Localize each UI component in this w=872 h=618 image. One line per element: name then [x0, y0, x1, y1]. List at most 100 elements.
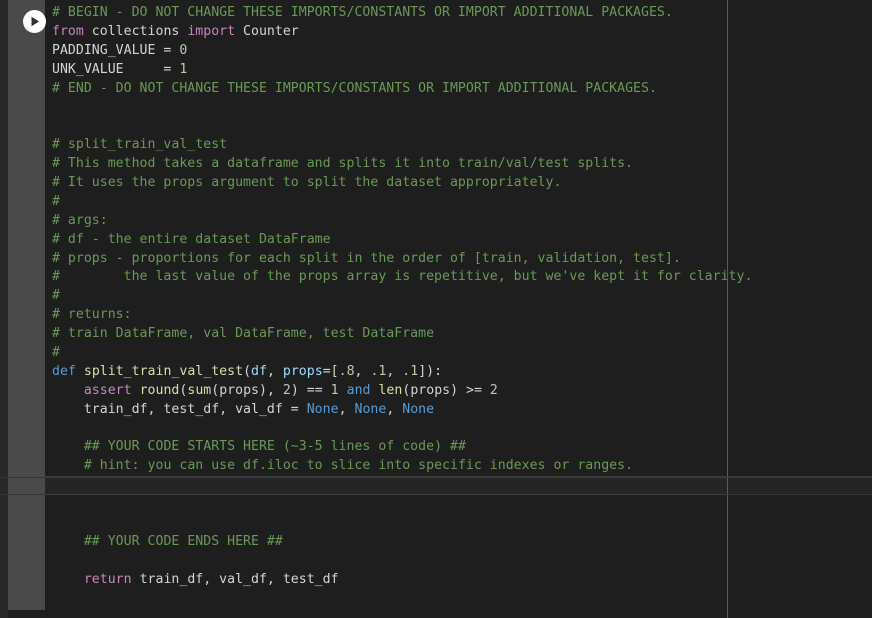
code-line[interactable]: ​ — [45, 552, 872, 571]
code-token: # END - DO NOT CHANGE THESE IMPORTS/CONS… — [52, 80, 657, 96]
editor-left-edge — [0, 0, 8, 618]
code-token: # It uses the props argument to split th… — [52, 175, 562, 191]
code-line[interactable]: UNK_VALUE = 1 — [45, 61, 872, 80]
code-line[interactable]: ​ — [45, 514, 872, 533]
code-token: 2 — [282, 382, 291, 398]
code-surface[interactable]: # BEGIN - DO NOT CHANGE THESE IMPORTS/CO… — [45, 0, 872, 618]
code-token: None — [306, 401, 339, 417]
code-line[interactable]: # It uses the props argument to split th… — [45, 174, 872, 193]
code-line[interactable]: # hint: you can use df.iloc to slice int… — [45, 457, 872, 476]
code-line[interactable]: # args: — [45, 212, 872, 231]
code-line[interactable]: def split_train_val_test(df, props=[.8, … — [45, 363, 872, 382]
code-line[interactable]: ## YOUR CODE STARTS HERE (~3-5 lines of … — [45, 438, 872, 457]
code-line[interactable]: # split_train_val_test — [45, 136, 872, 155]
code-token: split_train_val_test — [83, 363, 244, 379]
code-line[interactable]: # df - the entire dataset DataFrame — [45, 231, 872, 250]
code-token: 1 — [330, 382, 339, 398]
code-token: ) == — [290, 382, 331, 398]
code-line[interactable]: ​ — [45, 117, 872, 136]
code-token: train_df, val_df, test_df — [131, 571, 339, 587]
code-token: and — [346, 382, 371, 398]
code-line[interactable]: # END - DO NOT CHANGE THESE IMPORTS/CONS… — [45, 80, 872, 99]
code-line[interactable]: ​ — [45, 98, 872, 117]
code-token: =[ — [322, 363, 339, 379]
code-token: ( — [243, 363, 252, 379]
code-token: , — [354, 363, 371, 379]
code-token: ]): — [418, 363, 443, 379]
code-token: , — [266, 363, 283, 379]
code-token: None — [354, 401, 387, 417]
code-token: # This method takes a dataframe and spli… — [52, 156, 634, 172]
code-token: # hint: you can use df.iloc to slice int… — [83, 458, 634, 474]
code-token: # args: — [52, 212, 108, 228]
code-token: .1 — [402, 363, 419, 379]
code-editor: # BEGIN - DO NOT CHANGE THESE IMPORTS/CO… — [0, 0, 872, 618]
code-token: len — [378, 382, 403, 398]
code-line[interactable]: return train_df, val_df, test_df — [45, 571, 872, 590]
code-token: , — [386, 363, 403, 379]
code-line[interactable]: # returns: — [45, 306, 872, 325]
code-token: # the last value of the props array is r… — [52, 269, 753, 285]
code-line[interactable]: # This method takes a dataframe and spli… — [45, 155, 872, 174]
code-token: ## YOUR CODE ENDS HERE ## — [83, 533, 283, 549]
column-ruler — [727, 0, 728, 618]
code-token: (props), — [211, 382, 283, 398]
code-token: , — [386, 401, 403, 417]
code-line[interactable]: # the last value of the props array is r… — [45, 268, 872, 287]
code-token: return — [83, 571, 132, 587]
cell-gutter — [8, 0, 46, 610]
code-token: # — [52, 345, 60, 361]
code-token: ## YOUR CODE STARTS HERE (~3-5 lines of … — [83, 439, 466, 455]
code-line[interactable]: # train DataFrame, val DataFrame, test D… — [45, 325, 872, 344]
code-line[interactable]: # props - proportions for each split in … — [45, 250, 872, 269]
code-line[interactable]: # BEGIN - DO NOT CHANGE THESE IMPORTS/CO… — [45, 4, 872, 23]
code-token: (props) >= — [402, 382, 490, 398]
code-line[interactable]: assert round(sum(props), 2) == 1 and len… — [45, 382, 872, 401]
code-token: # BEGIN - DO NOT CHANGE THESE IMPORTS/CO… — [52, 5, 673, 20]
code-token: assert — [83, 382, 132, 398]
code-line[interactable]: from collections import Counter — [45, 23, 872, 42]
code-token: props — [282, 363, 323, 379]
code-token: , — [338, 401, 355, 417]
code-token: train_df, test_df, val_df = — [52, 401, 307, 417]
code-line[interactable]: # — [45, 193, 872, 212]
code-token: # props - proportions for each split in … — [52, 250, 681, 266]
code-token: None — [402, 401, 435, 417]
code-line[interactable]: # — [45, 287, 872, 306]
run-cell-button[interactable] — [23, 10, 46, 33]
code-token: # train DataFrame, val DataFrame, test D… — [52, 326, 435, 342]
play-icon — [30, 16, 40, 27]
code-line[interactable]: ​ — [45, 590, 872, 609]
code-token: .1 — [370, 363, 387, 379]
code-token: sum — [187, 382, 212, 398]
code-line[interactable]: # — [45, 344, 872, 363]
code-token: # — [52, 288, 60, 304]
code-line[interactable]: PADDING_VALUE = 0 — [45, 42, 872, 61]
code-line[interactable]: ## YOUR CODE ENDS HERE ## — [45, 533, 872, 552]
code-token: def — [52, 363, 76, 379]
code-line[interactable]: ​ — [45, 495, 872, 514]
code-token: .8 — [338, 363, 355, 379]
code-line[interactable]: ​ — [45, 420, 872, 439]
code-token: # returns: — [52, 307, 132, 323]
code-token: UNK_VALUE = — [52, 61, 180, 77]
code-token: # split_train_val_test — [52, 137, 228, 153]
code-lines[interactable]: # BEGIN - DO NOT CHANGE THESE IMPORTS/CO… — [45, 4, 872, 609]
code-token: # — [52, 193, 60, 209]
code-token: PADDING_VALUE = — [52, 42, 180, 58]
active-line-highlight — [45, 476, 727, 496]
code-token: round — [139, 382, 180, 398]
code-token: # df - the entire dataset DataFrame — [52, 231, 331, 247]
code-line[interactable]: train_df, test_df, val_df = None, None, … — [45, 401, 872, 420]
code-token: df — [251, 363, 267, 379]
code-token: import — [187, 23, 236, 39]
code-token: 2 — [489, 382, 498, 398]
